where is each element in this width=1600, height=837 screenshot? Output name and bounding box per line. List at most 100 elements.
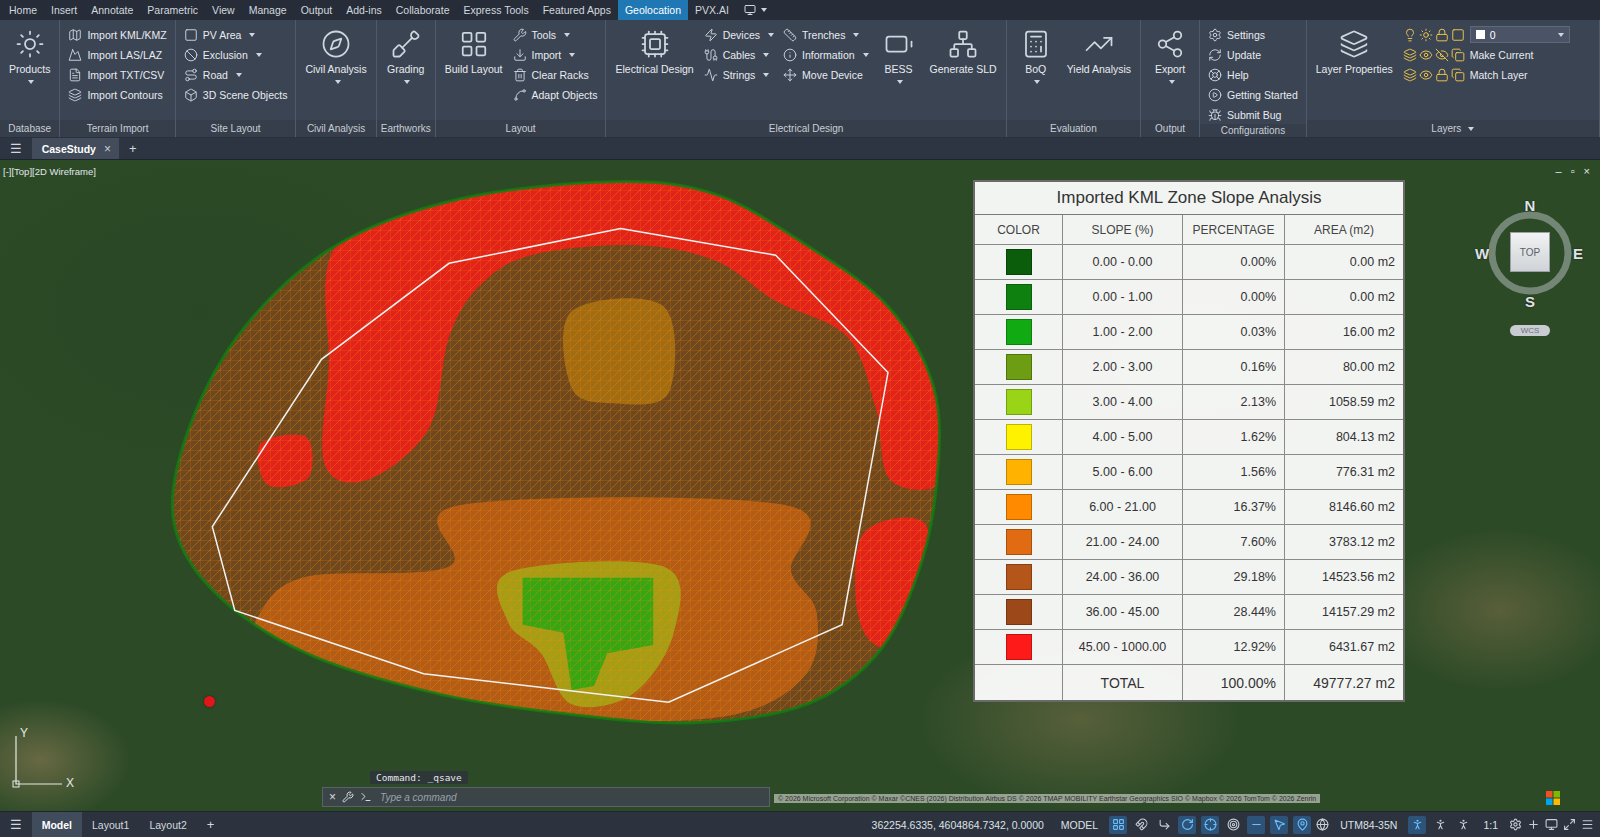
status-toggle[interactable] <box>1178 816 1196 834</box>
layer-show-icon[interactable] <box>1419 48 1433 62</box>
map-viewport[interactable]: [-][Top][2D Wireframe]–▫×Imported KML Zo… <box>0 160 1600 811</box>
ribbon-small-button[interactable]: Strings <box>701 65 777 84</box>
ribbon-large-button[interactable]: Build Layout <box>441 25 507 80</box>
status-toggle[interactable] <box>1109 816 1127 834</box>
command-customize-button[interactable] <box>342 791 354 803</box>
command-input[interactable] <box>378 791 763 804</box>
layer-on-icon[interactable] <box>1403 28 1417 42</box>
new-tab-button[interactable]: + <box>119 138 147 159</box>
ribbon-small-button[interactable]: Devices <box>701 25 777 44</box>
ucs-menu[interactable]: WCS <box>1510 325 1550 336</box>
ribbon-small-button[interactable]: Trenches <box>780 25 872 44</box>
ribbon-large-button[interactable]: Grading <box>382 25 430 88</box>
status-toggle[interactable] <box>1224 816 1242 834</box>
annotation-toggle[interactable] <box>1431 816 1449 834</box>
ribbon-small-button[interactable]: Import <box>510 45 601 64</box>
layer-lock-icon[interactable] <box>1435 68 1449 82</box>
ribbon-small-button[interactable]: Submit Bug <box>1205 105 1301 124</box>
ribbon-tab[interactable]: PVX.AI <box>688 0 736 20</box>
ribbon-small-button[interactable]: Tools <box>510 25 601 44</box>
ribbon-small-button[interactable]: Move Device <box>780 65 872 84</box>
status-toggle[interactable] <box>1270 816 1288 834</box>
command-prompt-button[interactable] <box>360 791 372 803</box>
ribbon-large-button[interactable]: Layer Properties <box>1312 25 1397 80</box>
layer-lock-icon[interactable] <box>1435 28 1449 42</box>
ribbon-tab[interactable]: Output <box>294 0 340 20</box>
ribbon-small-button[interactable]: Settings <box>1205 25 1301 44</box>
compass-north[interactable]: N <box>1525 197 1536 214</box>
model-space-button[interactable]: MODEL <box>1055 819 1104 831</box>
layer-tool-row[interactable]: 0 <box>1400 25 1573 44</box>
ribbon-small-button[interactable]: Getting Started <box>1205 85 1301 104</box>
window-control[interactable]: × <box>1584 165 1590 177</box>
ribbon-large-button[interactable]: Products <box>5 25 54 88</box>
command-close-button[interactable]: × <box>329 790 336 804</box>
layer-color-icon[interactable] <box>1451 28 1465 42</box>
layer-copy-icon[interactable] <box>1451 48 1465 62</box>
ribbon-large-button[interactable]: Yield Analysis <box>1063 25 1135 80</box>
compass-south[interactable]: S <box>1525 293 1535 310</box>
status-toggle[interactable] <box>1201 816 1219 834</box>
layer-tool-row[interactable]: Match Layer <box>1400 65 1573 84</box>
ribbon-small-button[interactable]: Update <box>1205 45 1301 64</box>
layer-tool-row[interactable]: Make Current <box>1400 45 1573 64</box>
ribbon-large-button[interactable]: BoQ <box>1012 25 1060 88</box>
status-menu-button[interactable]: ☰ <box>0 817 32 832</box>
ribbon-small-button[interactable]: Information <box>780 45 872 64</box>
kml-boundary[interactable] <box>212 229 888 703</box>
clean-screen-button[interactable] <box>1563 818 1576 831</box>
layer-icon[interactable] <box>1403 48 1417 62</box>
ribbon-large-button[interactable]: Generate SLD <box>926 25 1001 80</box>
window-control[interactable]: – <box>1556 165 1562 177</box>
ribbon-large-button[interactable]: Electrical Design <box>611 25 697 80</box>
compass-west[interactable]: W <box>1475 245 1489 262</box>
status-toggle[interactable] <box>1132 816 1150 834</box>
compass-east[interactable]: E <box>1573 245 1583 262</box>
status-toggle[interactable] <box>1293 816 1311 834</box>
ribbon-tab[interactable]: Parametric <box>140 0 205 20</box>
ribbon-group-label[interactable]: Layers <box>1307 120 1599 137</box>
ribbon-small-button[interactable]: Import Contours <box>65 85 169 104</box>
ribbon-tab[interactable]: Manage <box>242 0 294 20</box>
annotation-toggle[interactable] <box>1408 816 1426 834</box>
hardware-button[interactable] <box>1545 818 1558 831</box>
ribbon-small-button[interactable]: Import LAS/LAZ <box>65 45 169 64</box>
coordinate-system[interactable]: UTM84-35N <box>1334 819 1403 831</box>
view-cube-face[interactable]: TOP <box>1510 232 1550 272</box>
layer-copy-icon[interactable] <box>1451 68 1465 82</box>
map-pin[interactable] <box>204 696 215 707</box>
layout-tab[interactable]: Layout2 <box>139 812 196 837</box>
viewport-label[interactable]: [-][Top][2D Wireframe] <box>3 166 96 177</box>
ribbon-tab[interactable]: Geolocation <box>618 0 688 20</box>
ribbon-tab[interactable]: Annotate <box>84 0 140 20</box>
ribbon-large-button[interactable]: Export <box>1146 25 1194 88</box>
ribbon-tab[interactable]: Featured Apps <box>536 0 618 20</box>
window-control[interactable]: ▫ <box>1571 165 1575 177</box>
file-menu-button[interactable]: ☰ <box>0 138 32 159</box>
layer-icon[interactable] <box>1403 68 1417 82</box>
ribbon-tab[interactable]: Home <box>2 0 44 20</box>
ribbon-tab[interactable]: Insert <box>44 0 84 20</box>
ribbon-large-button[interactable]: BESS <box>875 25 923 88</box>
ribbon-display-toggle[interactable] <box>736 0 775 20</box>
cursor-coordinates[interactable]: 362254.6335, 4604864.7342, 0.0000 <box>866 819 1050 831</box>
workspace-button[interactable] <box>1509 818 1522 831</box>
layer-show-icon[interactable] <box>1419 68 1433 82</box>
layer-select[interactable]: 0 <box>1470 26 1570 43</box>
status-toggle[interactable] <box>1247 816 1265 834</box>
ribbon-tab[interactable]: Add-ins <box>339 0 389 20</box>
add-layout-button[interactable]: + <box>197 817 225 832</box>
view-cube[interactable]: N W E S TOP WCS <box>1468 190 1592 350</box>
annotation-toggle[interactable] <box>1454 816 1472 834</box>
customization-button[interactable] <box>1581 818 1594 831</box>
ribbon-small-button[interactable]: Road <box>181 65 291 84</box>
ribbon-small-button[interactable]: Help <box>1205 65 1301 84</box>
ribbon-tab[interactable]: Collaborate <box>389 0 457 20</box>
ribbon-small-button[interactable]: 3D Scene Objects <box>181 85 291 104</box>
coordinate-system-button[interactable] <box>1316 818 1329 831</box>
ribbon-small-button[interactable]: Cables <box>701 45 777 64</box>
ribbon-large-button[interactable]: Civil Analysis <box>301 25 370 88</box>
ribbon-small-button[interactable]: Adapt Objects <box>510 85 601 104</box>
ribbon-tab[interactable]: View <box>205 0 242 20</box>
layer-hide-icon[interactable] <box>1435 48 1449 62</box>
